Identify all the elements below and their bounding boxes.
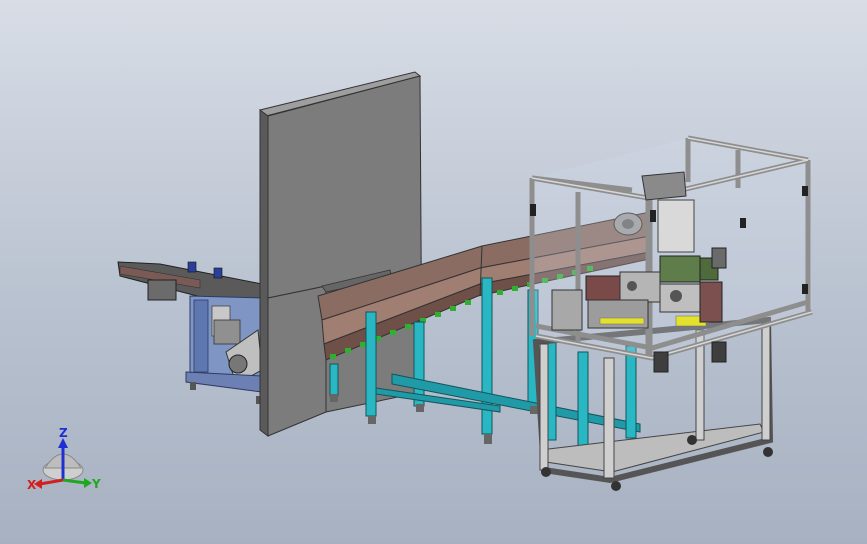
x-axis-arrow-icon — [34, 478, 64, 489]
3d-graphics-viewport[interactable]: Z X Y — [0, 0, 867, 544]
y-axis-arrow-icon — [62, 478, 92, 488]
right-machine-cell[interactable] — [529, 135, 813, 491]
z-axis-label: Z — [59, 426, 68, 440]
orientation-triad[interactable]: Z X Y — [27, 426, 101, 492]
x-axis-label: X — [27, 478, 37, 492]
assembly-model-icon[interactable]: Z X Y — [0, 0, 867, 544]
y-axis-label: Y — [91, 477, 101, 491]
left-feed-unit[interactable] — [117, 261, 263, 404]
